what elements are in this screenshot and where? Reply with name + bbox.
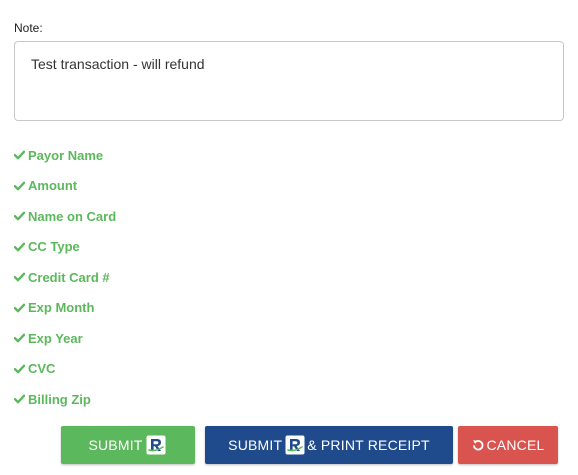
note-text: Test transaction - will refund: [31, 56, 205, 72]
checklist-label: Amount: [28, 178, 78, 194]
check-icon: [14, 303, 25, 313]
validation-checklist: Payor Name Amount Name on Card CC Type C…: [14, 140, 116, 415]
print-button-suffix: & PRINT RECEIPT: [307, 437, 430, 453]
submit-and-print-receipt-button[interactable]: SUBMIT & PRINT RECEIPT: [205, 426, 453, 464]
check-icon: [14, 333, 25, 343]
checklist-item-cvc: CVC: [14, 354, 116, 385]
checklist-label: Credit Card #: [28, 269, 110, 285]
submit-button[interactable]: SUBMIT: [61, 426, 195, 464]
checklist-label: Exp Year: [28, 330, 83, 346]
submit-button-label: SUBMIT: [88, 437, 143, 453]
checklist-label: Payor Name: [28, 147, 104, 163]
r-logo-icon: [146, 435, 166, 455]
checklist-item-exp-year: Exp Year: [14, 323, 116, 354]
checklist-item-cc-type: CC Type: [14, 232, 116, 263]
cancel-button[interactable]: CANCEL: [458, 426, 558, 464]
check-icon: [14, 181, 25, 191]
checklist-item-billing-zip: Billing Zip: [14, 384, 116, 415]
checklist-label: Billing Zip: [28, 391, 91, 407]
note-textarea[interactable]: Test transaction - will refund: [14, 41, 564, 121]
payment-form: Note: Test transaction - will refund Pay…: [0, 0, 578, 475]
checklist-item-amount: Amount: [14, 171, 116, 202]
checklist-label: CC Type: [28, 239, 80, 255]
checklist-label: CVC: [28, 361, 56, 377]
checklist-label: Name on Card: [28, 208, 117, 224]
check-icon: [14, 364, 25, 374]
undo-icon: [472, 439, 484, 451]
check-icon: [14, 242, 25, 252]
check-icon: [14, 272, 25, 282]
note-label: Note:: [14, 21, 43, 35]
check-icon: [14, 150, 25, 160]
check-icon: [14, 211, 25, 221]
check-icon: [14, 394, 25, 404]
cancel-button-label: CANCEL: [486, 437, 545, 453]
checklist-item-payor-name: Payor Name: [14, 140, 116, 171]
checklist-label: Exp Month: [28, 300, 95, 316]
checklist-item-credit-card-number: Credit Card #: [14, 262, 116, 293]
checklist-item-name-on-card: Name on Card: [14, 201, 116, 232]
print-button-prefix: SUBMIT: [228, 437, 283, 453]
r-logo-icon: [285, 435, 305, 455]
checklist-item-exp-month: Exp Month: [14, 293, 116, 324]
